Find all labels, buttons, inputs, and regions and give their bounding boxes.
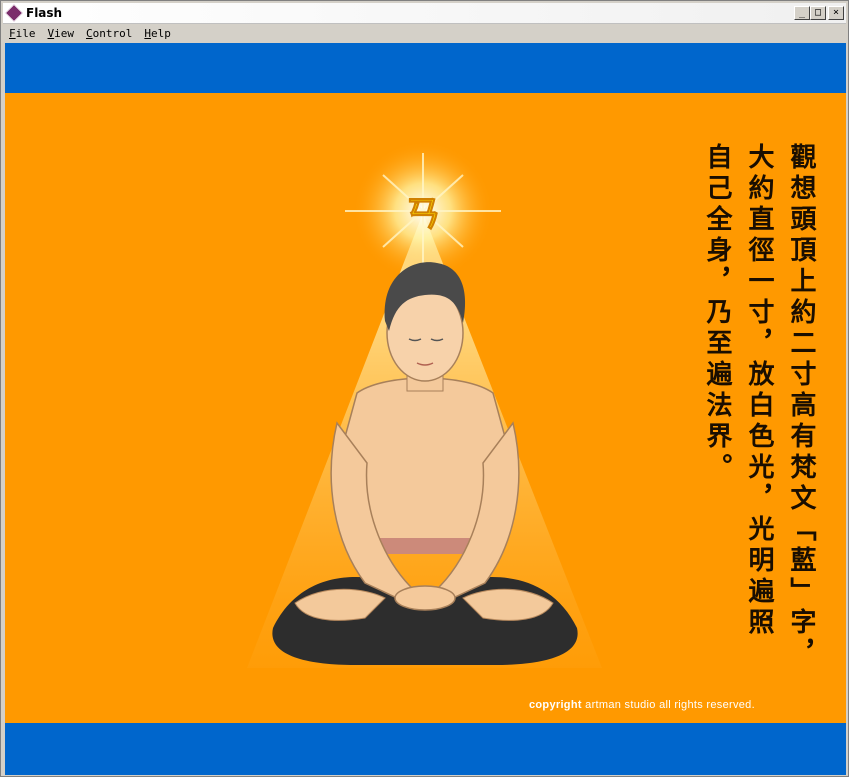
- seed-syllable-glyph: ㄢ: [405, 194, 441, 235]
- text-column-3: 自己全身，乃至遍法界。: [702, 143, 732, 484]
- waist-band: [377, 538, 473, 554]
- menu-bar: File View Control Help: [3, 24, 846, 42]
- copyright-notice: copyright artman studio all rights reser…: [529, 699, 755, 711]
- title-bar[interactable]: Flash _ □ ×: [3, 3, 846, 24]
- flash-stage[interactable]: ㄢ 觀想頭頂上約二寸高有梵文「藍」字， 大約直徑一寸，放白色光，光明遍照 自己全…: [5, 43, 846, 775]
- menu-control[interactable]: Control: [80, 27, 138, 40]
- text-column-1: 觀想頭頂上約二寸高有梵文「藍」字，: [786, 143, 816, 670]
- copyright-owner: artman studio all rights reserved.: [581, 699, 755, 711]
- bottom-blue-band: [5, 723, 846, 775]
- menu-file[interactable]: File: [3, 27, 42, 40]
- menu-help[interactable]: Help: [138, 27, 177, 40]
- menu-view[interactable]: View: [42, 27, 81, 40]
- flash-player-window: Flash _ □ × File View Control Help ㄢ 觀想頭…: [0, 0, 849, 777]
- minimize-button[interactable]: _: [794, 6, 810, 20]
- hands-mudra: [394, 585, 456, 611]
- scripture-text: 觀想頭頂上約二寸高有梵文「藍」字， 大約直徑一寸，放白色光，光明遍照 自己全身，…: [702, 143, 816, 670]
- copyright-label: copyright: [529, 699, 582, 711]
- close-button[interactable]: ×: [828, 6, 844, 20]
- maximize-button[interactable]: □: [810, 6, 826, 20]
- window-title: Flash: [26, 6, 63, 20]
- flash-app-icon: [4, 3, 24, 23]
- text-column-2: 大約直徑一寸，放白色光，光明遍照: [744, 143, 774, 639]
